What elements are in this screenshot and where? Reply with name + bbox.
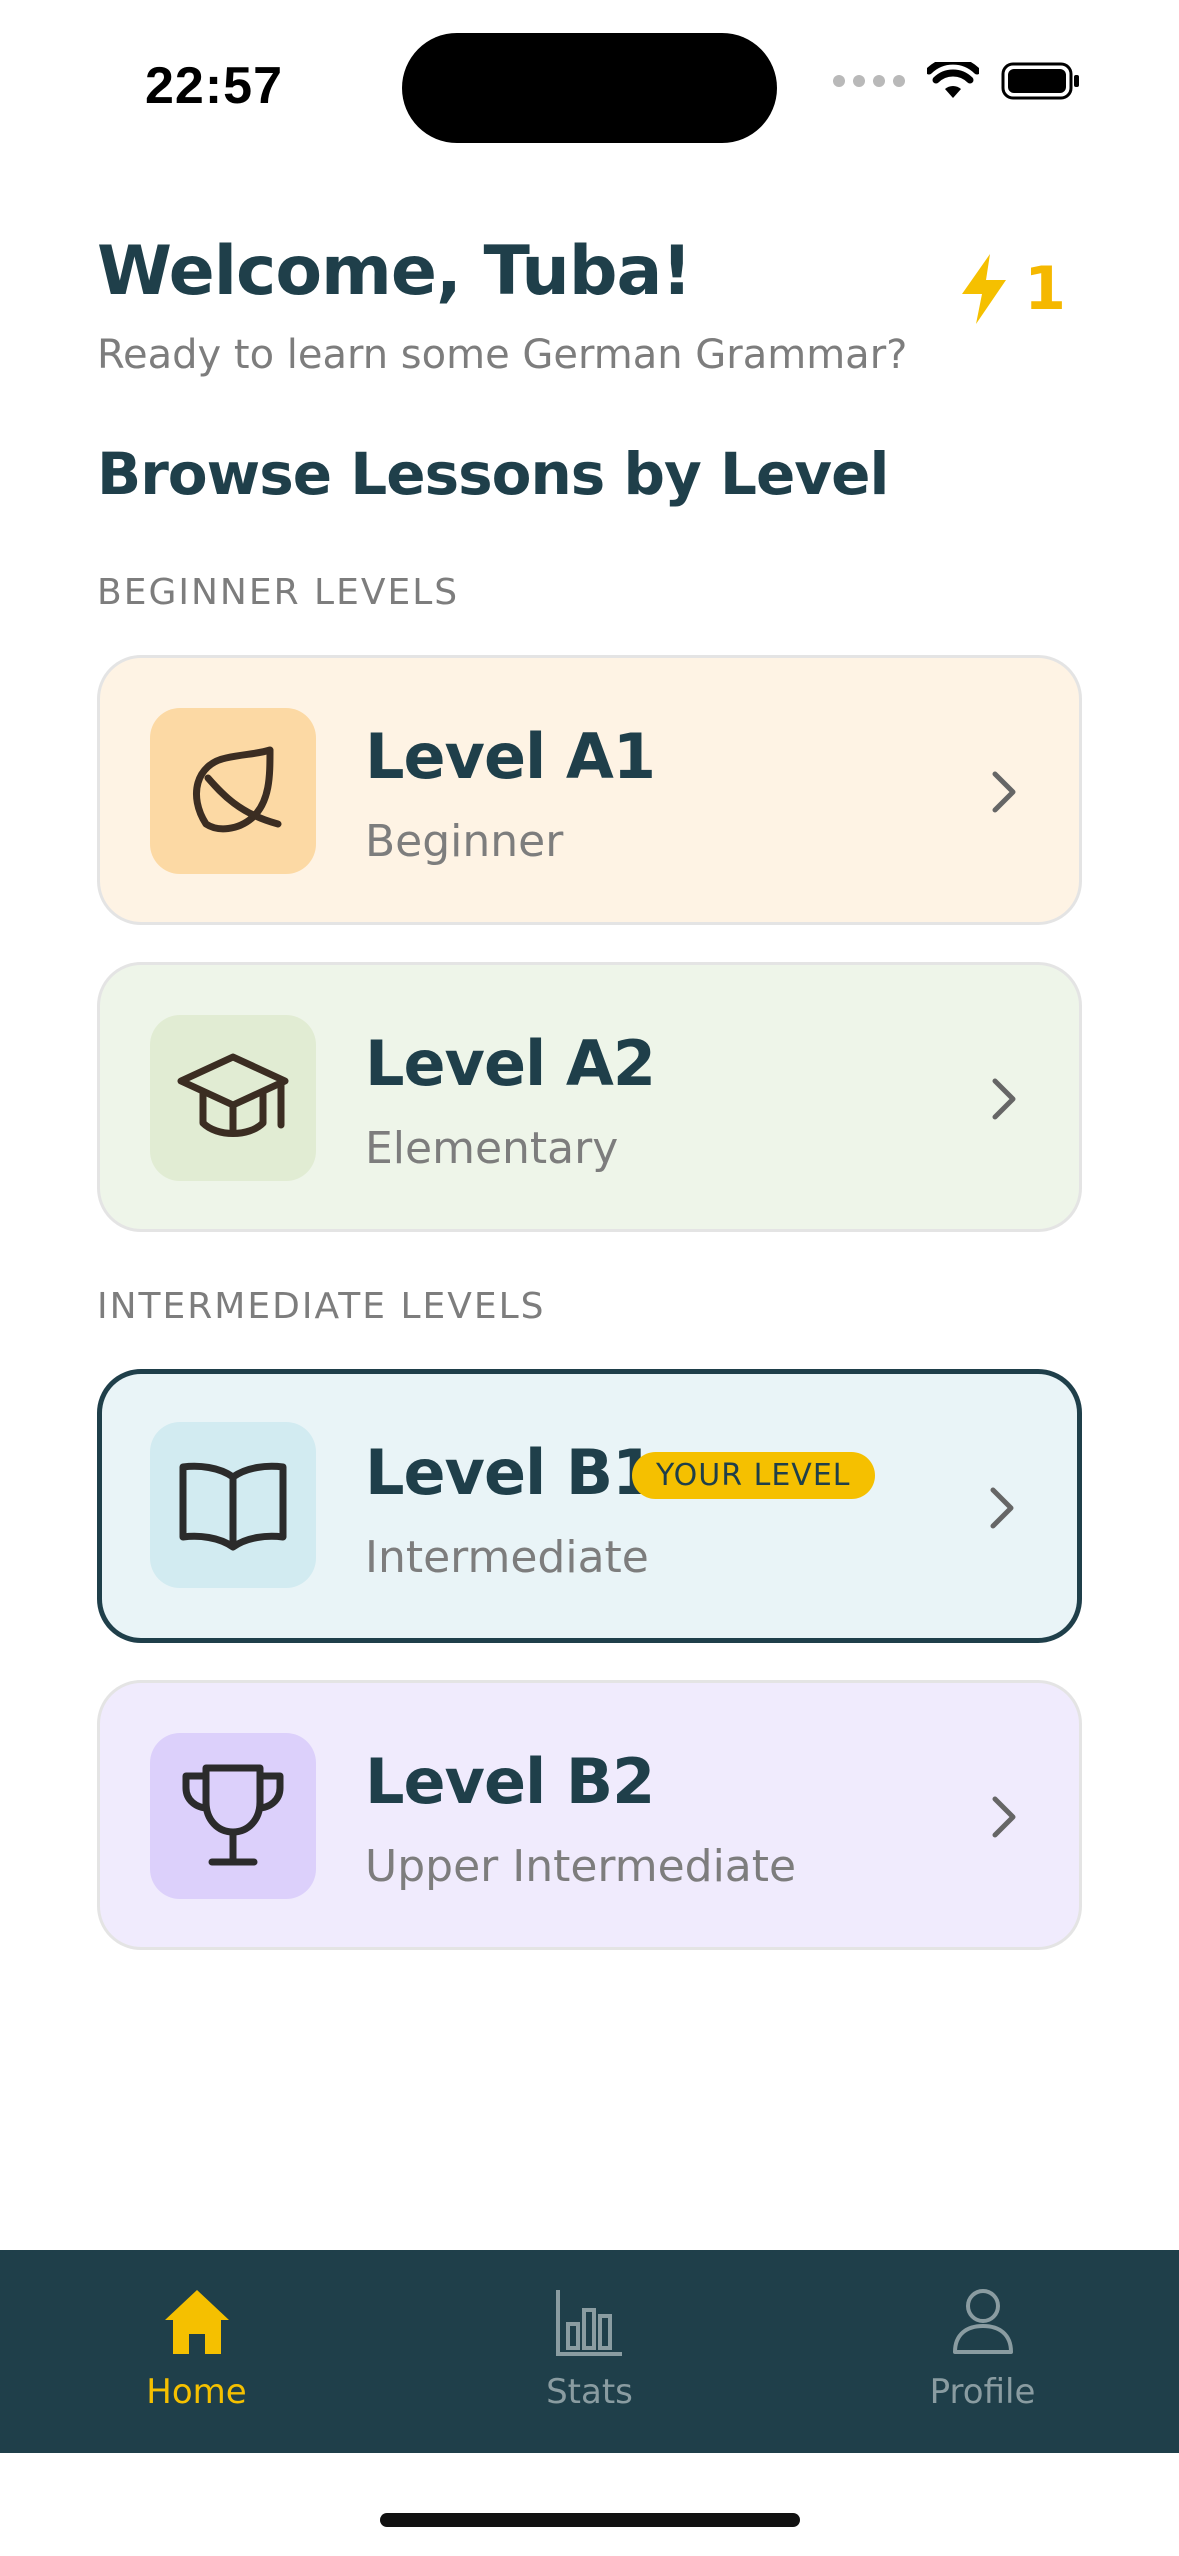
chevron-right-icon <box>992 771 1016 813</box>
level-subtitle: Intermediate <box>365 1532 649 1583</box>
level-subtitle: Elementary <box>365 1123 619 1174</box>
cellular-signal-icon <box>833 75 905 87</box>
graduation-cap-icon <box>150 1015 316 1181</box>
level-card-a1[interactable]: Level A1 Beginner <box>97 655 1082 925</box>
chevron-right-icon <box>990 1487 1014 1529</box>
trophy-icon <box>150 1733 316 1899</box>
tab-label: Home <box>146 2372 247 2412</box>
bar-chart-icon <box>555 2290 622 2356</box>
level-card-b2[interactable]: Level B2 Upper Intermediate <box>97 1680 1082 1950</box>
section-label-intermediate: INTERMEDIATE LEVELS <box>97 1286 546 1327</box>
tab-label: Profile <box>929 2372 1036 2412</box>
leaf-icon <box>150 708 316 874</box>
person-icon <box>952 2289 1013 2354</box>
level-title: Level A2 <box>365 1027 656 1100</box>
chevron-right-icon <box>992 1078 1016 1120</box>
level-card-b1[interactable]: Level B1 YOUR LEVEL Intermediate <box>97 1369 1082 1643</box>
open-book-icon <box>150 1422 316 1588</box>
section-label-beginner: BEGINNER LEVELS <box>97 572 460 613</box>
level-subtitle: Upper Intermediate <box>365 1841 797 1892</box>
home-indicator[interactable] <box>380 2513 800 2527</box>
streak-count: 1 <box>1024 254 1066 324</box>
level-card-a2[interactable]: Level A2 Elementary <box>97 962 1082 1232</box>
battery-icon <box>1001 62 1079 100</box>
lightning-icon <box>962 254 1007 324</box>
dynamic-island <box>402 33 777 143</box>
level-title: Level B1 <box>365 1436 655 1509</box>
browse-title: Browse Lessons by Level <box>97 440 889 508</box>
tab-stats[interactable]: Stats <box>393 2250 786 2453</box>
wifi-icon <box>927 62 979 98</box>
tab-bar: Home Stats Profile <box>0 2250 1179 2453</box>
welcome-title: Welcome, Tuba! <box>97 232 692 311</box>
level-title: Level A1 <box>365 720 656 793</box>
your-level-badge: YOUR LEVEL <box>632 1452 875 1499</box>
level-subtitle: Beginner <box>365 816 564 867</box>
chevron-right-icon <box>992 1796 1016 1838</box>
home-icon <box>164 2290 229 2354</box>
level-title: Level B2 <box>365 1745 655 1818</box>
tab-profile[interactable]: Profile <box>786 2250 1179 2453</box>
streak-indicator[interactable]: 1 <box>956 252 1066 326</box>
welcome-subtitle: Ready to learn some German Grammar? <box>97 332 908 378</box>
home-screen: 22:57 Welcome, Tuba! Ready to learn some… <box>0 0 1179 2556</box>
tab-home[interactable]: Home <box>0 2250 393 2453</box>
tab-label: Stats <box>546 2372 633 2412</box>
status-time: 22:57 <box>145 57 283 115</box>
status-bar: 22:57 <box>0 0 1179 170</box>
status-icons <box>833 62 1081 100</box>
